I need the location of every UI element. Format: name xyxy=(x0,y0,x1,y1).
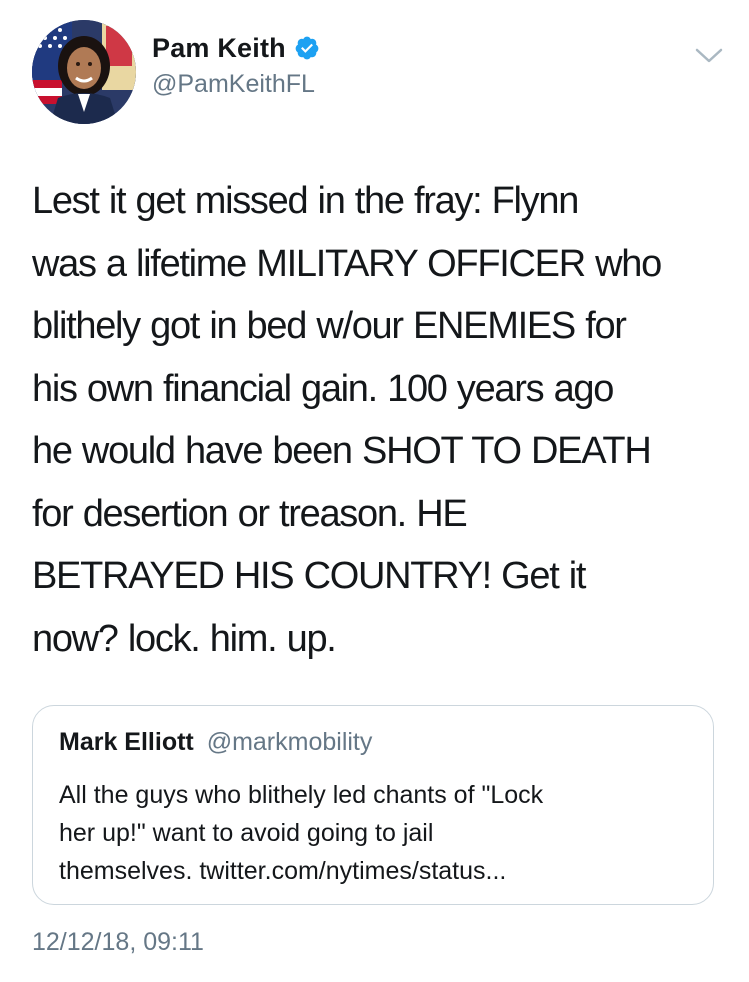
author-display-name[interactable]: Pam Keith xyxy=(152,33,286,64)
avatar-image xyxy=(32,20,136,124)
tweet-text-line: BETRAYED HIS COUNTRY! Get it xyxy=(32,555,586,597)
avatar[interactable] xyxy=(32,20,136,124)
tweet-text-line: his own financial gain. 100 years ago xyxy=(32,367,614,410)
verified-badge-icon xyxy=(294,35,320,61)
tweet: Pam Keith @PamKeithFL Lest it get missed… xyxy=(0,0,749,982)
tweet-text-line: for desertion or treason. HE xyxy=(32,492,468,535)
tweet-text-line: was a lifetime MILITARY OFFICER who xyxy=(32,242,662,285)
quoted-tweet-header: Mark Elliott @markmobility xyxy=(59,728,372,757)
quoted-text-line: All the guys who blithely led chants of … xyxy=(59,781,544,809)
author-name-row: Pam Keith xyxy=(152,30,320,66)
quoted-author-name: Mark Elliott xyxy=(59,728,194,756)
tweet-text-line: Lest it get missed in the fray: Flynn xyxy=(32,180,579,222)
quoted-author-handle: @markmobility xyxy=(206,728,373,756)
tweet-author[interactable]: Pam Keith @PamKeithFL xyxy=(152,30,320,99)
quoted-tweet[interactable]: Mark Elliott @markmobility All the guys … xyxy=(32,705,714,905)
tweet-text-line: now? lock. him. up. xyxy=(32,617,337,660)
quoted-text-line: themselves. twitter.com/nytimes/status..… xyxy=(59,857,507,885)
chevron-down-icon[interactable] xyxy=(694,46,724,66)
quoted-text-line: her up!" want to avoid going to jail xyxy=(59,819,434,847)
tweet-text: Lest it get missed in the fray: Flynn wa… xyxy=(32,170,732,670)
author-handle[interactable]: @PamKeithFL xyxy=(152,70,320,99)
tweet-timestamp[interactable]: 12/12/18, 09:11 xyxy=(32,928,204,957)
tweet-text-line: he would have been SHOT TO DEATH xyxy=(32,430,652,472)
tweet-text-line: blithely got in bed w/our ENEMIES for xyxy=(32,305,627,347)
quoted-tweet-text: All the guys who blithely led chants of … xyxy=(59,776,699,890)
